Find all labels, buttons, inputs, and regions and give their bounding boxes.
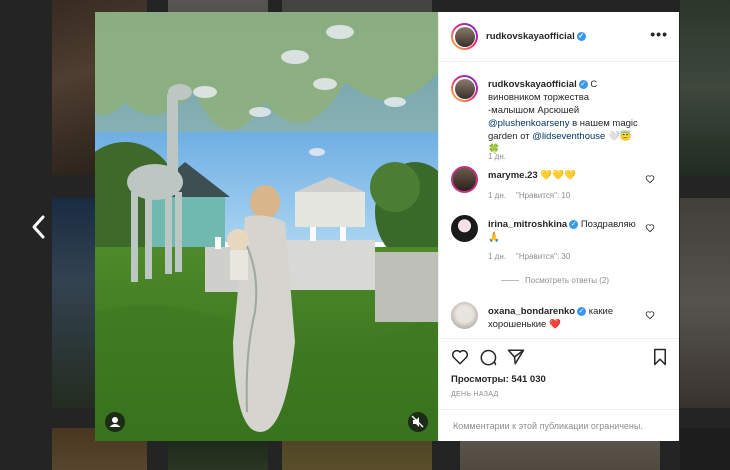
like-comment-heart-icon[interactable] [645,174,655,184]
muted-speaker-icon [411,415,424,428]
post-actions: Просмотры: 541 030 ДЕНЬ НАЗАД Комментари… [439,338,679,441]
comment-item: irina_mitroshkina ✓ Поздравляю 🙏 1 дн. "Нр… [451,215,673,285]
verified-badge-icon: ✓ [577,306,587,316]
post-photo[interactable] [95,12,438,441]
user-tag-button[interactable] [105,412,125,432]
caption-author-avatar[interactable] [451,75,478,102]
caption-author-username[interactable]: rudkovskayaofficial [488,79,577,90]
comment-emoji: ❤️ [548,319,561,330]
comment-item: maryme.23 💛💛💛 1 дн. "Нравится": 10 [451,166,673,206]
caption-text: rudkovskayaofficial ✓ С виновником торжес… [488,78,638,156]
user-icon [109,417,121,427]
caption-time[interactable]: 1 дн. [488,152,506,161]
comments-list: rudkovskayaofficial ✓ С виновником торжес… [439,62,679,337]
post-modal: rudkovskayaofficial ✓ ••• rudkovskayaoffi… [95,12,679,441]
comment-item: oxana_bondarenko ✓ какие хорошенькие ❤️ [451,302,673,337]
garden-photo-image [95,12,438,441]
comments-limited-notice: Комментарии к этой публикации ограничены… [439,409,679,441]
author-username-text[interactable]: rudkovskayaofficial [486,31,575,42]
commenter-username[interactable]: irina_mitroshkina [488,219,567,230]
commenter-avatar[interactable] [451,166,478,193]
comment-text: oxana_bondarenko ✓ какие хорошенькие ❤️ [488,305,638,331]
mention-link[interactable]: @plushenkoarseny [488,118,569,129]
commenter-username[interactable]: maryme.23 [488,170,538,181]
verified-badge-icon: ✓ [578,79,588,89]
verified-badge-icon: ✓ [569,219,579,229]
comment-body: Поздравляю [580,219,636,230]
comment-emoji: 🙏 [488,232,500,243]
commenter-avatar[interactable] [451,215,478,242]
chevron-left-icon [32,215,45,239]
comment-time[interactable]: 1 дн. [488,252,506,261]
mute-button[interactable] [408,412,428,432]
comment-likes[interactable]: "Нравится": 30 [516,252,570,261]
comment-bubble-icon[interactable] [479,348,497,366]
comment-body: 💛💛💛 [540,170,576,181]
commenter-avatar[interactable] [451,302,478,329]
comment-likes[interactable]: "Нравится": 10 [516,191,570,200]
post-header: rudkovskayaofficial ✓ ••• [439,12,679,62]
comment-meta: 1 дн. "Нравится": 10 [488,191,580,200]
save-bookmark-icon[interactable] [651,348,669,366]
verified-badge-icon: ✓ [576,31,586,41]
view-replies-button[interactable]: Посмотреть ответы (2) [501,276,609,285]
like-comment-heart-icon[interactable] [645,310,655,320]
previous-post-button[interactable] [28,214,50,240]
like-heart-icon[interactable] [451,348,469,366]
author-avatar[interactable] [451,23,478,50]
caption: rudkovskayaofficial ✓ С виновником торжес… [451,75,673,161]
share-paper-plane-icon[interactable] [507,348,525,366]
comment-text: maryme.23 💛💛💛 [488,169,638,182]
post-side-panel: rudkovskayaofficial ✓ ••• rudkovskayaoffi… [438,12,679,441]
comment-time[interactable]: 1 дн. [488,191,506,200]
commenter-username[interactable]: oxana_bondarenko [488,306,575,317]
author-username[interactable]: rudkovskayaofficial ✓ [486,31,586,42]
views-count[interactable]: Просмотры: 541 030 [451,374,546,385]
comment-meta: 1 дн. "Нравится": 30 [488,252,580,261]
posted-time[interactable]: ДЕНЬ НАЗАД [451,391,499,398]
caption-meta: 1 дн. [488,152,516,161]
more-options-button[interactable]: ••• [650,27,668,41]
mention-link[interactable]: @lidseventhouse [532,131,605,142]
comment-text: irina_mitroshkina ✓ Поздравляю 🙏 [488,218,638,244]
like-comment-heart-icon[interactable] [645,223,655,233]
